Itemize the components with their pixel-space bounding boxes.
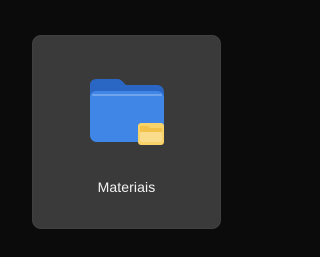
- folder-overlay-icon: [138, 123, 164, 145]
- folder-icon: [84, 69, 170, 155]
- desktop-background: Materiais: [0, 0, 252, 257]
- folder-label: Materiais: [97, 179, 156, 195]
- folder-shortcut-tile[interactable]: Materiais: [32, 35, 221, 229]
